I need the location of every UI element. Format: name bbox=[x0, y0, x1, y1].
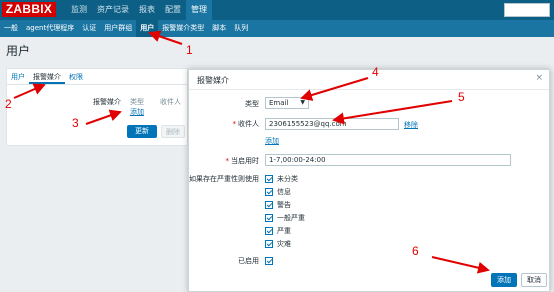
when-active-input[interactable] bbox=[265, 154, 511, 166]
media-col-recipient: 收件人 bbox=[160, 98, 181, 106]
when-active-label: * 当启用时 bbox=[199, 156, 260, 166]
annotation-number-5: 5 bbox=[458, 90, 465, 104]
type-label: 类型 bbox=[245, 100, 259, 108]
enabled-checkbox-row[interactable] bbox=[265, 256, 277, 266]
user-form-panel: 用户 报警媒介 权限 报警媒介 类型 收件人 添加 更新 删除 bbox=[6, 68, 188, 146]
zabbix-logo[interactable]: ZABBIX bbox=[2, 2, 56, 17]
tab-permissions[interactable]: 权限 bbox=[65, 69, 87, 84]
severity-average[interactable]: 一般严重 bbox=[265, 213, 305, 223]
annotation-number-2: 2 bbox=[5, 97, 12, 111]
tab-media[interactable]: 报警媒介 bbox=[29, 69, 65, 84]
search-input[interactable] bbox=[504, 3, 550, 17]
recipient-input[interactable] bbox=[265, 118, 399, 130]
checkbox-checked[interactable] bbox=[265, 214, 273, 222]
main-menu-configuration[interactable]: 配置 bbox=[160, 0, 186, 20]
sub-menu-queue[interactable]: 队列 bbox=[230, 20, 252, 37]
close-icon[interactable]: × bbox=[535, 73, 543, 83]
checkbox-checked[interactable] bbox=[265, 188, 273, 196]
sub-menu-users[interactable]: 用户 bbox=[136, 20, 159, 37]
severity-information[interactable]: 信息 bbox=[265, 187, 291, 197]
enabled-label: 已启用 bbox=[238, 257, 259, 265]
severity-warning[interactable]: 警告 bbox=[265, 200, 291, 210]
type-select-value: Email bbox=[269, 99, 289, 107]
when-active-label-text: 当启用时 bbox=[231, 157, 259, 165]
dialog-title: 报警媒介 bbox=[197, 76, 229, 85]
sub-menu-user-groups[interactable]: 用户群组 bbox=[100, 20, 136, 37]
severity-high[interactable]: 严重 bbox=[265, 226, 291, 236]
top-bar: ZABBIX 监测 资产记录 报表 配置 管理 bbox=[0, 0, 554, 20]
media-dialog: 报警媒介 × 类型 Email ▼ *收件人 移除 添加 *当启用时 如果存在严… bbox=[188, 69, 550, 292]
add-recipient-link[interactable]: 添加 bbox=[265, 136, 279, 146]
checkbox-checked[interactable] bbox=[265, 227, 273, 235]
media-col-type: 类型 bbox=[130, 98, 144, 106]
chevron-down-icon: ▼ bbox=[300, 99, 305, 106]
main-menu-monitoring[interactable]: 监测 bbox=[66, 0, 92, 20]
main-menu: 监测 资产记录 报表 配置 管理 bbox=[66, 0, 212, 20]
recipient-label: * 收件人 bbox=[199, 119, 260, 129]
sub-menu-proxies[interactable]: agent代理程序 bbox=[22, 20, 78, 37]
severity-disaster[interactable]: 灾难 bbox=[265, 239, 291, 249]
main-menu-inventory[interactable]: 资产记录 bbox=[92, 0, 134, 20]
recipient-label-text: 收件人 bbox=[238, 120, 259, 128]
dialog-divider bbox=[189, 89, 549, 90]
sub-menu-media-types[interactable]: 报警媒介类型 bbox=[158, 20, 208, 37]
sub-menu: 一般 agent代理程序 认证 用户群组 用户 报警媒介类型 脚本 队列 bbox=[0, 20, 554, 37]
media-field-label: 报警媒介 bbox=[93, 98, 121, 106]
page-title: 用户 bbox=[6, 44, 31, 58]
severity-not-classified[interactable]: 未分类 bbox=[265, 174, 298, 184]
main-menu-administration[interactable]: 管理 bbox=[186, 0, 212, 20]
checkbox-checked[interactable] bbox=[265, 240, 273, 248]
main-menu-reports[interactable]: 报表 bbox=[134, 0, 160, 20]
update-button[interactable]: 更新 bbox=[127, 125, 157, 138]
sub-menu-scripts[interactable]: 脚本 bbox=[208, 20, 230, 37]
add-media-link[interactable]: 添加 bbox=[130, 107, 144, 117]
cancel-button[interactable]: 取消 bbox=[521, 273, 547, 287]
tab-user[interactable]: 用户 bbox=[7, 69, 29, 84]
annotation-number-3: 3 bbox=[72, 116, 79, 130]
user-form-tabs: 用户 报警媒介 权限 bbox=[7, 69, 187, 85]
annotation-number-6: 6 bbox=[412, 244, 419, 258]
sub-menu-general[interactable]: 一般 bbox=[0, 20, 22, 37]
checkbox-checked[interactable] bbox=[265, 201, 273, 209]
sub-menu-authentication[interactable]: 认证 bbox=[78, 20, 100, 37]
annotation-number-1: 1 bbox=[186, 43, 193, 57]
severity-label: 如果存在严重性则使用 bbox=[189, 175, 259, 183]
add-button[interactable]: 添加 bbox=[491, 273, 517, 287]
checkbox-checked[interactable] bbox=[265, 175, 273, 183]
required-mark: * bbox=[232, 120, 237, 128]
required-mark: * bbox=[225, 157, 230, 165]
enabled-checkbox[interactable] bbox=[265, 257, 273, 265]
remove-recipient-link[interactable]: 移除 bbox=[404, 120, 418, 130]
delete-button[interactable]: 删除 bbox=[161, 125, 185, 138]
annotation-number-4: 4 bbox=[372, 65, 379, 79]
type-select[interactable]: Email ▼ bbox=[265, 97, 309, 109]
